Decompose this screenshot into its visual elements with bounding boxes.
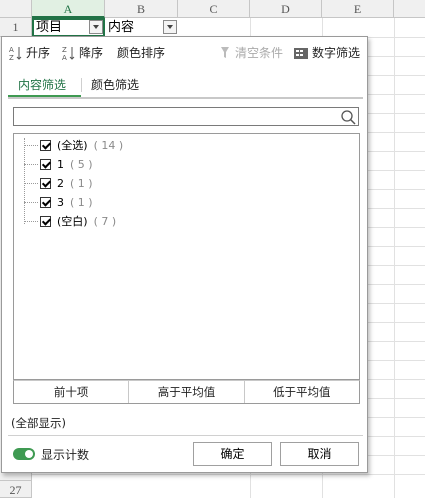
value-list: (全选) ( 14 ) 1 ( 5 ) 2 ( 1 ) 3 ( 1 ) (空白)… (13, 133, 360, 380)
item-count: ( 1 ) (70, 176, 93, 190)
show-count-toggle[interactable] (13, 448, 35, 460)
filter-dropdown-b-button[interactable] (163, 20, 177, 34)
display-note: (全部显示) (11, 416, 66, 430)
tree-branch (24, 144, 38, 146)
list-item[interactable]: 2 ( 1 ) (14, 174, 93, 192)
top-ten-button[interactable]: 前十项 (14, 381, 130, 403)
item-label: 1 (57, 157, 64, 171)
clear-conditions-button[interactable]: 清空条件 (218, 43, 283, 63)
row-header-1[interactable]: 1 (0, 18, 32, 37)
checkbox-item[interactable] (40, 215, 51, 227)
checkbox-item[interactable] (40, 158, 51, 170)
confirm-button[interactable]: 确定 (193, 442, 272, 466)
column-header-e[interactable]: E (322, 0, 394, 18)
item-label: 2 (57, 176, 64, 190)
list-item[interactable]: 3 ( 1 ) (14, 193, 93, 211)
search-icon (341, 110, 356, 125)
svg-text:A: A (9, 46, 14, 54)
active-tab-indicator (8, 95, 81, 97)
tree-branch (24, 182, 38, 184)
clear-filter-icon (221, 47, 229, 58)
item-count: ( 7 ) (93, 214, 117, 228)
item-label: 3 (57, 195, 64, 209)
tree-branch (24, 163, 38, 165)
color-sort-button[interactable]: 颜色排序 (117, 43, 165, 63)
checkbox-item[interactable] (40, 177, 51, 189)
filter-tabs: 内容筛选 颜色筛选 (8, 75, 363, 99)
list-item[interactable]: (空白) ( 7 ) (14, 212, 116, 230)
tree-branch (24, 201, 38, 203)
below-average-button[interactable]: 低于平均值 (245, 381, 359, 403)
filter-dropdown-a-button[interactable] (89, 20, 103, 34)
column-header-b[interactable]: B (105, 0, 178, 18)
above-average-button[interactable]: 高于平均值 (129, 381, 245, 403)
grid-line (32, 474, 425, 475)
quick-filter-bar: 前十项 高于平均值 低于平均值 (13, 380, 360, 404)
column-header-a[interactable]: A (32, 0, 105, 18)
tab-color-filter[interactable]: 颜色筛选 (91, 75, 139, 95)
select-all-corner[interactable] (0, 0, 32, 18)
tab-divider (81, 78, 82, 92)
cancel-button[interactable]: 取消 (280, 442, 359, 466)
row-header-27[interactable]: 27 (0, 480, 32, 498)
sort-descending-button[interactable]: Z A 降序 (62, 43, 103, 63)
checkbox-item[interactable] (40, 196, 51, 208)
filter-panel: A Z 升序 Z A 降序 颜色排序 清空条件 数字筛选 内容筛选 颜色筛选 (… (1, 36, 368, 473)
column-header-f[interactable] (394, 0, 425, 18)
sort-ascending-icon: A Z (9, 46, 22, 61)
grid-line (394, 18, 395, 498)
svg-text:A: A (62, 54, 67, 61)
number-filter-button[interactable]: 数字筛选 (293, 43, 360, 63)
clear-conditions-label: 清空条件 (235, 46, 284, 60)
item-label: (全选) (57, 139, 88, 152)
divider (8, 435, 363, 436)
item-count: ( 1 ) (70, 195, 93, 209)
number-filter-label: 数字筛选 (312, 46, 361, 60)
sort-ascending-label: 升序 (26, 46, 51, 60)
checkbox-select-all[interactable] (40, 139, 51, 151)
item-count: ( 14 ) (93, 138, 124, 152)
show-count-label: 显示计数 (41, 448, 90, 462)
sort-descending-icon: Z A (62, 46, 75, 61)
color-sort-label: 颜色排序 (117, 46, 166, 60)
search-input[interactable] (13, 107, 359, 126)
item-label: (空白) (57, 215, 88, 228)
column-header-d[interactable]: D (250, 0, 322, 18)
sort-descending-label: 降序 (79, 46, 104, 60)
svg-text:Z: Z (62, 46, 67, 54)
item-count: ( 5 ) (70, 157, 93, 171)
tree-branch (24, 220, 38, 222)
sort-ascending-button[interactable]: A Z 升序 (9, 43, 50, 63)
list-item[interactable]: (全选) ( 14 ) (14, 136, 123, 154)
number-filter-icon (294, 48, 308, 59)
column-header-c[interactable]: C (178, 0, 250, 18)
list-item[interactable]: 1 ( 5 ) (14, 155, 93, 173)
svg-text:Z: Z (9, 54, 14, 61)
tab-content-filter[interactable]: 内容筛选 (18, 75, 66, 95)
